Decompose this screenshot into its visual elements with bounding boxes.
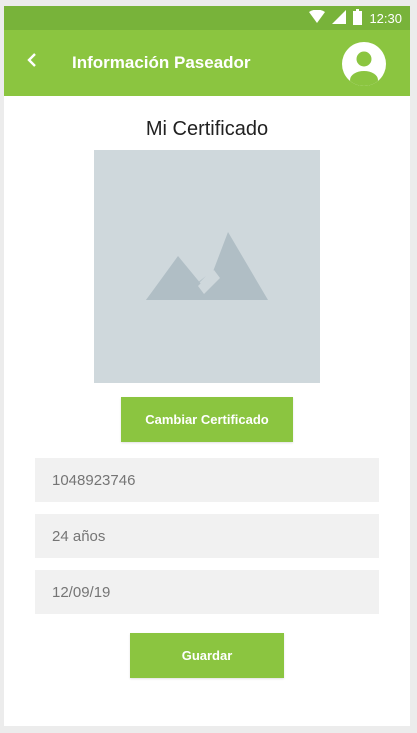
chevron-left-icon xyxy=(26,52,38,73)
back-button[interactable] xyxy=(18,48,46,76)
profile-button[interactable] xyxy=(341,41,387,87)
change-certificate-button[interactable]: Cambiar Certificado xyxy=(121,397,293,442)
status-icons: 12:30 xyxy=(309,8,402,28)
date-field[interactable] xyxy=(35,570,379,614)
phone-screen: 12:30 Información Paseador Mi Certificad… xyxy=(4,6,410,726)
signal-icon xyxy=(332,9,347,27)
certificate-image xyxy=(94,150,320,383)
wifi-icon xyxy=(309,9,326,27)
account-circle-icon xyxy=(341,42,387,91)
battery-icon xyxy=(353,8,363,28)
id-number-field[interactable] xyxy=(35,458,379,502)
status-time: 12:30 xyxy=(369,10,402,26)
page-title: Información Paseador xyxy=(72,53,251,72)
save-button[interactable]: Guardar xyxy=(130,633,284,678)
app-bar: Información Paseador xyxy=(4,30,410,96)
age-field[interactable] xyxy=(35,514,379,558)
status-bar: 12:30 xyxy=(4,6,410,30)
certificate-heading: Mi Certificado xyxy=(145,118,269,140)
